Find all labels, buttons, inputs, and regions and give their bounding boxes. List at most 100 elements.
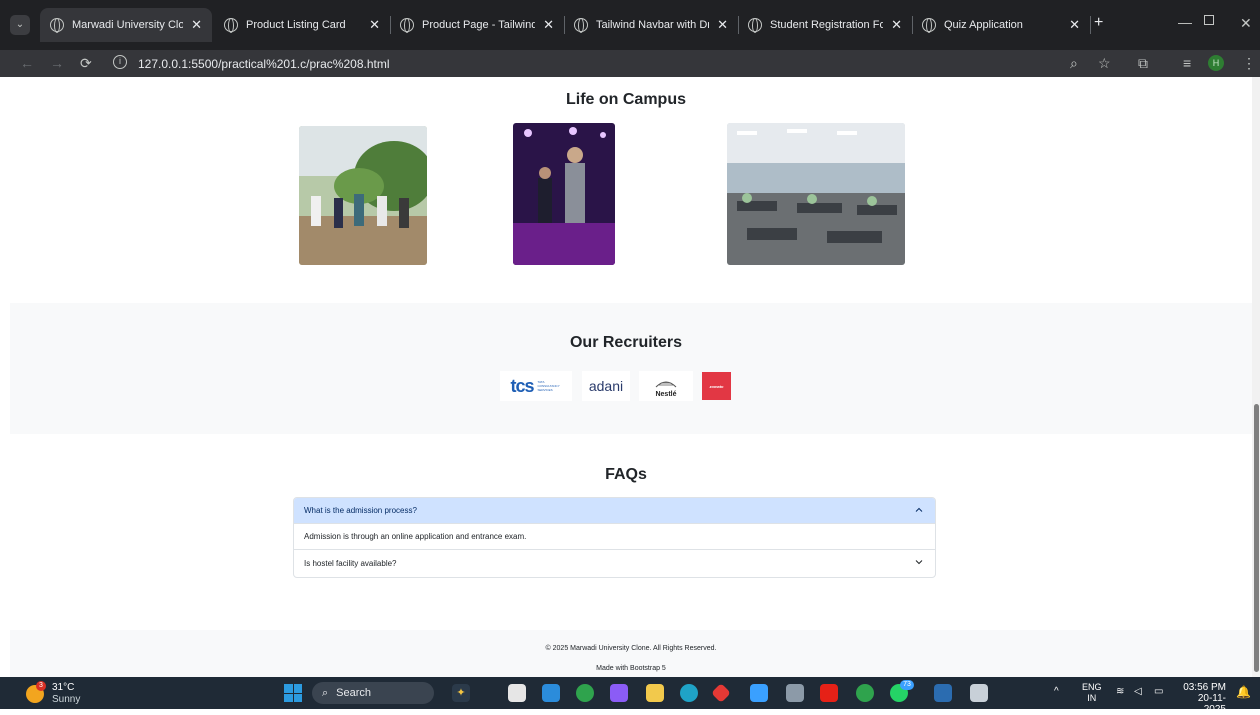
tab-label: Tailwind Navbar with Drop: [596, 19, 709, 31]
back-icon[interactable]: ←: [20, 54, 34, 72]
globe-icon: [748, 18, 762, 33]
language-top: ENG: [1082, 682, 1102, 692]
faq-question-admission[interactable]: What is the admission process?: [294, 498, 935, 524]
weather-badge: 3: [36, 681, 46, 691]
close-icon[interactable]: ✕: [891, 17, 902, 33]
youtube-icon[interactable]: [820, 684, 838, 702]
tab-product-page-tailwind[interactable]: Product Page - Tailwind CS ✕: [390, 10, 564, 40]
globe-icon: [50, 18, 64, 33]
adani-logo: adani: [582, 371, 630, 401]
messaging-icon[interactable]: [934, 684, 952, 702]
globe-icon: [400, 18, 414, 33]
browser-tab-bar: ⌄ Marwadi University Clone ✕ Product Lis…: [0, 0, 1260, 50]
tab-search-button[interactable]: ⌄: [10, 15, 30, 35]
reload-icon[interactable]: ⟳: [80, 54, 92, 72]
nestle-nest-icon: [655, 381, 677, 387]
faq-answer-text: Admission is through an online applicati…: [304, 532, 527, 541]
faq-answer-admission: Admission is through an online applicati…: [294, 524, 935, 550]
language-bottom: IN: [1087, 693, 1097, 703]
tab-product-listing-card[interactable]: Product Listing Card ✕: [214, 10, 390, 40]
faq-question-text: What is the admission process?: [304, 506, 417, 515]
minimize-icon[interactable]: —: [1178, 13, 1192, 31]
tab-tailwind-navbar[interactable]: Tailwind Navbar with Drop ✕: [564, 10, 738, 40]
wifi-icon[interactable]: ≋: [1116, 686, 1124, 697]
battery-icon[interactable]: ▭: [1154, 686, 1163, 697]
campus-photo-classroom: [727, 123, 905, 265]
edge-icon[interactable]: [680, 684, 698, 702]
search-icon: ⌕: [322, 686, 329, 699]
chrome-icon[interactable]: [576, 684, 594, 702]
page-footer: © 2025 Marwadi University Clone. All Rig…: [10, 630, 1252, 677]
globe-icon: [574, 18, 588, 33]
close-icon[interactable]: ✕: [1069, 17, 1080, 33]
notification-badge: 73: [900, 680, 914, 690]
recruiters-section: [10, 303, 1252, 434]
store-icon[interactable]: [750, 684, 768, 702]
tcs-logo-text: tcs: [510, 375, 534, 396]
language-indicator[interactable]: ENG IN: [1082, 682, 1102, 704]
restore-icon[interactable]: [1204, 15, 1214, 25]
close-window-icon[interactable]: ✕: [1240, 14, 1252, 32]
clock-time: 03:56 PM: [1183, 682, 1226, 693]
campus-title: Life on Campus: [565, 91, 686, 108]
calculator-icon[interactable]: [786, 684, 804, 702]
tab-marwadi-university-clone[interactable]: Marwadi University Clone ✕: [40, 8, 212, 42]
task-view-icon[interactable]: [508, 684, 526, 702]
profile-avatar[interactable]: H: [1208, 55, 1224, 71]
chrome-profile-icon[interactable]: [856, 684, 874, 702]
copilot-sparkle-icon[interactable]: ✦: [452, 684, 470, 702]
extensions-icon[interactable]: ⧉: [1138, 54, 1148, 72]
clock-date: 20-11-2025: [1197, 693, 1226, 715]
snipping-tool-icon[interactable]: [970, 684, 988, 702]
clock[interactable]: 03:56 PM 20-11-2025: [1176, 682, 1226, 715]
nestle-logo: Nestlé: [639, 371, 693, 401]
footer-copyright: © 2025 Marwadi University Clone. All Rig…: [545, 645, 717, 652]
tab-label: Student Registration Form: [770, 19, 884, 31]
tab-student-registration-form[interactable]: Student Registration Form ✕: [738, 10, 912, 40]
tcs-logo: tcs TATA CONSULTANCY SERVICES: [500, 371, 572, 401]
search-label: Search: [336, 687, 372, 699]
windows-taskbar: 3 31°C Sunny ⌕ Search ✦ 73 ^ ENG IN ≋ ◁ …: [0, 677, 1260, 715]
faq-question-hostel[interactable]: Is hostel facility available?: [294, 550, 935, 576]
campus-photo-concert: [513, 123, 615, 265]
address-bar[interactable]: 127.0.0.1:5500/practical%201.c/prac%208.…: [138, 53, 390, 74]
close-icon[interactable]: ✕: [543, 17, 554, 33]
faq-accordion: What is the admission process? Admission…: [293, 497, 936, 578]
vscode-icon[interactable]: [542, 684, 560, 702]
taskbar-search-box[interactable]: ⌕ Search: [312, 682, 434, 704]
adani-logo-text: adani: [588, 378, 624, 394]
menu-icon[interactable]: ⋮: [1242, 54, 1256, 72]
recruiters-title: Our Recruiters: [569, 334, 683, 351]
new-tab-button[interactable]: +: [1094, 14, 1103, 32]
notification-bell-icon[interactable]: 🔔: [1236, 685, 1251, 699]
bookmark-star-icon[interactable]: ☆: [1098, 54, 1111, 72]
volume-icon[interactable]: ◁: [1134, 686, 1142, 697]
tab-label: Quiz Application: [944, 19, 1023, 31]
chevron-up-icon: [915, 507, 923, 512]
close-icon[interactable]: ✕: [717, 17, 728, 33]
site-info-icon[interactable]: i: [113, 55, 127, 69]
page-content: Life on Campus Our Recruiters tcs TATA C…: [0, 77, 1252, 677]
weather-temperature: 31°C: [52, 682, 75, 693]
browser-toolbar: ← → ⟳ i 127.0.0.1:5500/practical%201.c/p…: [0, 50, 1260, 77]
tray-overflow-icon[interactable]: ^: [1054, 686, 1059, 697]
chevron-down-icon: [915, 560, 923, 565]
zoom-icon[interactable]: ⌕: [1070, 54, 1078, 72]
weather-condition: Sunny: [52, 694, 81, 705]
windows-start-icon[interactable]: [284, 684, 302, 702]
scrollbar-thumb[interactable]: [1254, 404, 1259, 672]
close-icon[interactable]: ✕: [369, 17, 380, 33]
git-icon[interactable]: [711, 683, 731, 703]
tab-quiz-application[interactable]: Quiz Application ✕: [912, 10, 1090, 40]
forward-icon[interactable]: →: [50, 54, 64, 72]
tab-label: Product Page - Tailwind CS: [422, 19, 536, 31]
copilot-app-icon[interactable]: [610, 684, 628, 702]
nestle-logo-text: Nestlé: [655, 390, 677, 398]
close-icon[interactable]: ✕: [191, 17, 202, 33]
globe-icon: [922, 18, 936, 33]
file-explorer-icon[interactable]: [646, 684, 664, 702]
tab-separator: [1090, 16, 1091, 34]
zomato-logo: zomato: [702, 372, 731, 400]
tab-label: Marwadi University Clone: [72, 19, 184, 31]
reading-list-icon[interactable]: ≡: [1183, 54, 1191, 72]
